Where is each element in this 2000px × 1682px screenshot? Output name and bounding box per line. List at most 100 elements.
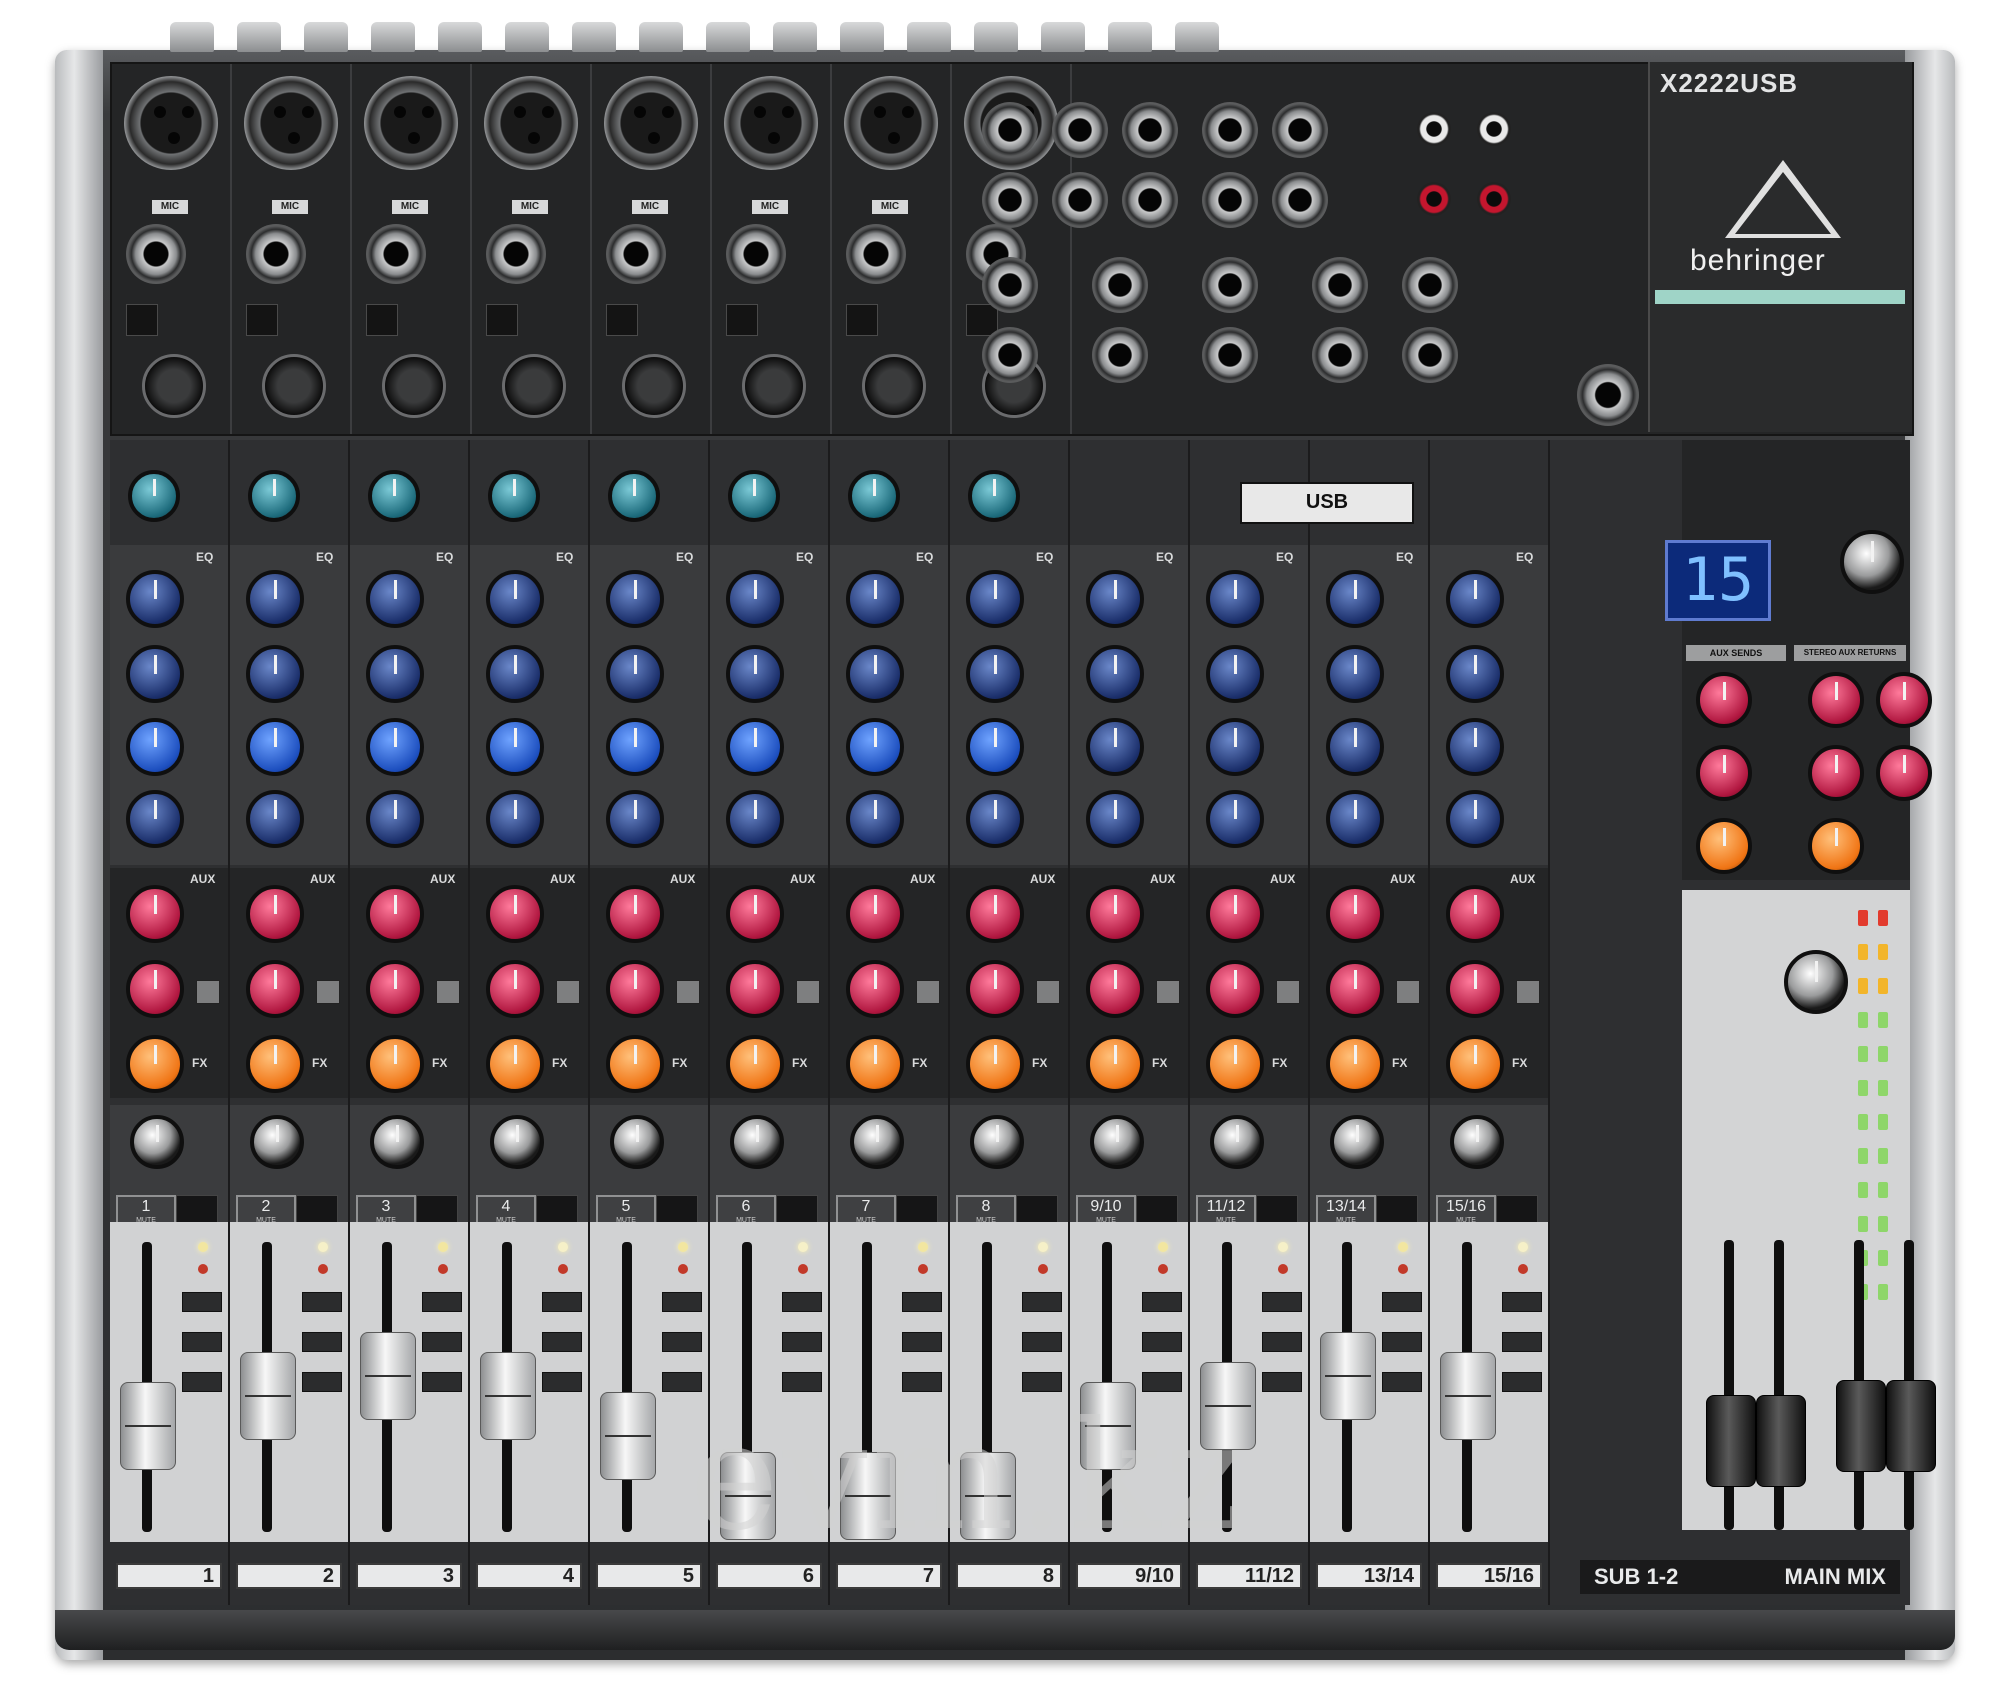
- compressor-knob[interactable]: [608, 470, 660, 522]
- fx-send-knob[interactable]: [246, 1035, 304, 1093]
- compressor-knob[interactable]: [128, 470, 180, 522]
- solo-button[interactable]: [782, 1372, 822, 1392]
- xlr-input-jack[interactable]: [124, 76, 218, 170]
- fx-return-knob[interactable]: [1696, 818, 1752, 874]
- eq-knob[interactable]: [1086, 790, 1144, 848]
- solo-button[interactable]: [422, 1372, 462, 1392]
- eq-knob[interactable]: [1326, 570, 1384, 628]
- line-input-jack[interactable]: [1202, 102, 1258, 158]
- sub-fader[interactable]: [1706, 1395, 1756, 1487]
- pre-post-switch[interactable]: [676, 980, 700, 1004]
- aux-send-knob[interactable]: [486, 960, 544, 1018]
- gain-trim-knob[interactable]: [382, 354, 446, 418]
- main-mix-fader[interactable]: [1886, 1380, 1936, 1472]
- pan-knob[interactable]: [730, 1115, 784, 1169]
- pan-knob[interactable]: [490, 1115, 544, 1169]
- sub-fader[interactable]: [1756, 1395, 1806, 1487]
- pre-post-switch[interactable]: [316, 980, 340, 1004]
- solo-button[interactable]: [1382, 1292, 1422, 1312]
- eq-knob[interactable]: [486, 790, 544, 848]
- eq-knob[interactable]: [966, 570, 1024, 628]
- eq-knob[interactable]: [726, 718, 784, 776]
- line-input-jack[interactable]: [982, 327, 1038, 383]
- aux-send-knob[interactable]: [126, 960, 184, 1018]
- solo-button[interactable]: [1262, 1332, 1302, 1352]
- fx-program-knob[interactable]: [1840, 530, 1904, 594]
- eq-knob[interactable]: [366, 645, 424, 703]
- eq-knob[interactable]: [486, 718, 544, 776]
- aux-master-knob[interactable]: [1876, 745, 1932, 801]
- solo-button[interactable]: [1142, 1292, 1182, 1312]
- aux-send-knob[interactable]: [1326, 885, 1384, 943]
- solo-button[interactable]: [182, 1292, 222, 1312]
- line-input-jack[interactable]: [1272, 102, 1328, 158]
- solo-button[interactable]: [302, 1332, 342, 1352]
- xlr-input-jack[interactable]: [844, 76, 938, 170]
- line-input-jack[interactable]: [1092, 257, 1148, 313]
- rca-jack[interactable]: [1477, 182, 1511, 216]
- rca-jack[interactable]: [1417, 182, 1451, 216]
- compressor-knob[interactable]: [248, 470, 300, 522]
- eq-knob[interactable]: [966, 718, 1024, 776]
- eq-knob[interactable]: [246, 718, 304, 776]
- eq-knob[interactable]: [246, 790, 304, 848]
- solo-button[interactable]: [902, 1372, 942, 1392]
- aux-send-knob[interactable]: [726, 960, 784, 1018]
- eq-knob[interactable]: [1446, 645, 1504, 703]
- aux-master-knob[interactable]: [1876, 672, 1932, 728]
- eq-knob[interactable]: [1206, 645, 1264, 703]
- solo-button[interactable]: [302, 1292, 342, 1312]
- aux-send-knob[interactable]: [246, 885, 304, 943]
- aux-send-knob[interactable]: [1206, 885, 1264, 943]
- pre-post-switch[interactable]: [1396, 980, 1420, 1004]
- aux-send-knob[interactable]: [1206, 960, 1264, 1018]
- compressor-knob[interactable]: [848, 470, 900, 522]
- eq-knob[interactable]: [966, 790, 1024, 848]
- usb-out-switch[interactable]: [606, 304, 638, 336]
- pan-knob[interactable]: [850, 1115, 904, 1169]
- solo-button[interactable]: [542, 1292, 582, 1312]
- line-input-jack[interactable]: [246, 224, 306, 284]
- line-input-jack[interactable]: [1312, 257, 1368, 313]
- solo-button[interactable]: [782, 1292, 822, 1312]
- fx-send-knob[interactable]: [366, 1035, 424, 1093]
- fx-send-knob[interactable]: [846, 1035, 904, 1093]
- rca-jack[interactable]: [1417, 112, 1451, 146]
- aux-send-knob[interactable]: [1086, 960, 1144, 1018]
- fx-send-knob[interactable]: [966, 1035, 1024, 1093]
- pan-knob[interactable]: [250, 1115, 304, 1169]
- line-input-jack[interactable]: [1402, 327, 1458, 383]
- solo-button[interactable]: [1022, 1332, 1062, 1352]
- line-input-jack[interactable]: [726, 224, 786, 284]
- aux-master-knob[interactable]: [1808, 672, 1864, 728]
- xlr-input-jack[interactable]: [364, 76, 458, 170]
- eq-knob[interactable]: [606, 570, 664, 628]
- fx-send-knob[interactable]: [1446, 1035, 1504, 1093]
- pre-post-switch[interactable]: [196, 980, 220, 1004]
- eq-knob[interactable]: [1326, 718, 1384, 776]
- aux-send-knob[interactable]: [1326, 960, 1384, 1018]
- xlr-input-jack[interactable]: [604, 76, 698, 170]
- fx-send-knob[interactable]: [606, 1035, 664, 1093]
- line-input-jack[interactable]: [366, 224, 426, 284]
- eq-knob[interactable]: [606, 645, 664, 703]
- eq-knob[interactable]: [726, 645, 784, 703]
- pre-post-switch[interactable]: [796, 980, 820, 1004]
- channel-fader[interactable]: [240, 1352, 296, 1440]
- fx-send-knob[interactable]: [1206, 1035, 1264, 1093]
- gain-trim-knob[interactable]: [502, 354, 566, 418]
- line-input-jack[interactable]: [126, 224, 186, 284]
- eq-knob[interactable]: [1206, 570, 1264, 628]
- solo-button[interactable]: [1502, 1372, 1542, 1392]
- usb-out-switch[interactable]: [126, 304, 158, 336]
- channel-fader[interactable]: [1320, 1332, 1376, 1420]
- phones-level-knob[interactable]: [1784, 950, 1848, 1014]
- usb-out-switch[interactable]: [246, 304, 278, 336]
- line-input-jack[interactable]: [486, 224, 546, 284]
- eq-knob[interactable]: [486, 570, 544, 628]
- eq-knob[interactable]: [846, 645, 904, 703]
- fx-send-knob[interactable]: [1326, 1035, 1384, 1093]
- eq-knob[interactable]: [846, 790, 904, 848]
- aux-master-knob[interactable]: [1808, 745, 1864, 801]
- gain-trim-knob[interactable]: [262, 354, 326, 418]
